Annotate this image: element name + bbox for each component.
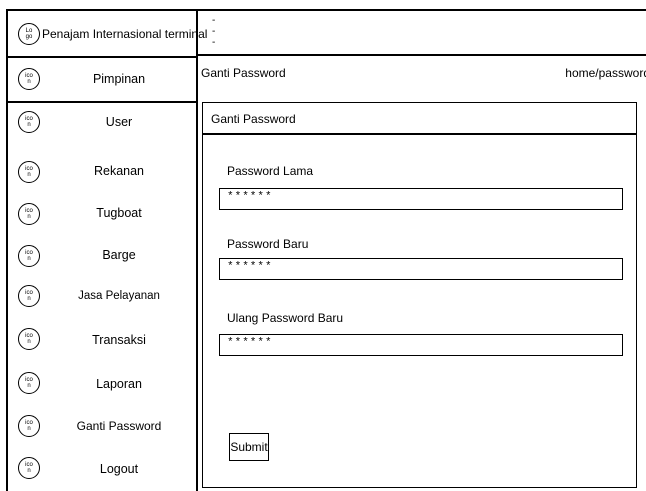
submit-button[interactable]: Submit xyxy=(229,433,269,461)
barge-icon: ico n xyxy=(18,245,40,267)
sidebar-item-rekanan[interactable]: ico n Rekanan xyxy=(8,143,198,185)
new-password-label: Password Baru xyxy=(227,237,309,251)
sidebar-item-tugboat[interactable]: ico n Tugboat xyxy=(8,185,198,227)
laporan-icon: ico n xyxy=(18,372,40,394)
top-border xyxy=(198,9,646,11)
panel-header: Ganti Password xyxy=(202,102,637,135)
sidebar-item-laporan[interactable]: ico n Laporan xyxy=(8,353,198,395)
ganti-password-icon: ico n xyxy=(18,415,40,437)
page-title: Ganti Password xyxy=(201,66,286,80)
sidebar-item-user[interactable]: ico n User xyxy=(8,101,198,143)
sidebar-item-label: Rekanan xyxy=(93,164,145,178)
logo-icon: Lo go xyxy=(18,23,40,45)
confirm-password-input[interactable]: ****** xyxy=(219,334,623,356)
sidebar-item-label: Laporan xyxy=(96,377,142,391)
sidebar-item-pimpinan[interactable]: ico n Pimpinan xyxy=(8,56,198,103)
sidebar-item-logout[interactable]: ico n Logout xyxy=(8,437,198,491)
breadcrumb-bar: Ganti Password home/password xyxy=(198,55,646,93)
logout-icon: ico n xyxy=(18,457,40,479)
panel-title: Ganti Password xyxy=(211,112,296,126)
transaksi-icon: ico n xyxy=(18,328,40,350)
sidebar-item-barge[interactable]: ico n Barge xyxy=(8,227,198,269)
old-password-label: Password Lama xyxy=(227,164,314,178)
sidebar-item-label: Jasa Pelayanan xyxy=(78,290,160,302)
sidebar-item-transaksi[interactable]: ico n Transaksi xyxy=(8,311,198,353)
sidebar: Lo go Penajam Internasional terminal ico… xyxy=(6,9,207,491)
sidebar-item-label: User xyxy=(105,115,133,129)
brand-name: Penajam Internasional terminal xyxy=(42,27,208,41)
sidebar-item-ganti-password[interactable]: ico n Ganti Password xyxy=(8,395,198,437)
rekanan-icon: ico n xyxy=(18,161,40,183)
sidebar-item-label: Tugboat xyxy=(96,206,142,220)
sidebar-item-jasa-pelayanan[interactable]: ico n Jasa Pelayanan xyxy=(8,269,198,311)
pimpinan-icon: ico n xyxy=(18,68,40,90)
new-password-input[interactable]: ****** xyxy=(219,258,623,280)
user-icon: ico n xyxy=(18,111,40,133)
brand-header: Lo go Penajam Internasional terminal xyxy=(8,11,207,58)
sidebar-item-label: Transaksi xyxy=(92,333,146,347)
sidebar-item-label: Barge xyxy=(102,248,136,262)
jasa-pelayanan-icon: ico n xyxy=(18,285,40,307)
confirm-password-label: Ulang Password Baru xyxy=(227,311,344,325)
breadcrumb[interactable]: home/password xyxy=(565,66,646,80)
sidebar-item-label: Pimpinan xyxy=(92,72,146,86)
sidebar-item-label: Ganti Password xyxy=(76,419,162,433)
sidebar-item-label: Logout xyxy=(99,462,139,476)
header-placeholder: - - - xyxy=(212,15,216,48)
tugboat-icon: ico n xyxy=(18,203,40,225)
change-password-form: Password Lama ****** Password Baru *****… xyxy=(202,133,637,488)
old-password-input[interactable]: ****** xyxy=(219,188,623,210)
